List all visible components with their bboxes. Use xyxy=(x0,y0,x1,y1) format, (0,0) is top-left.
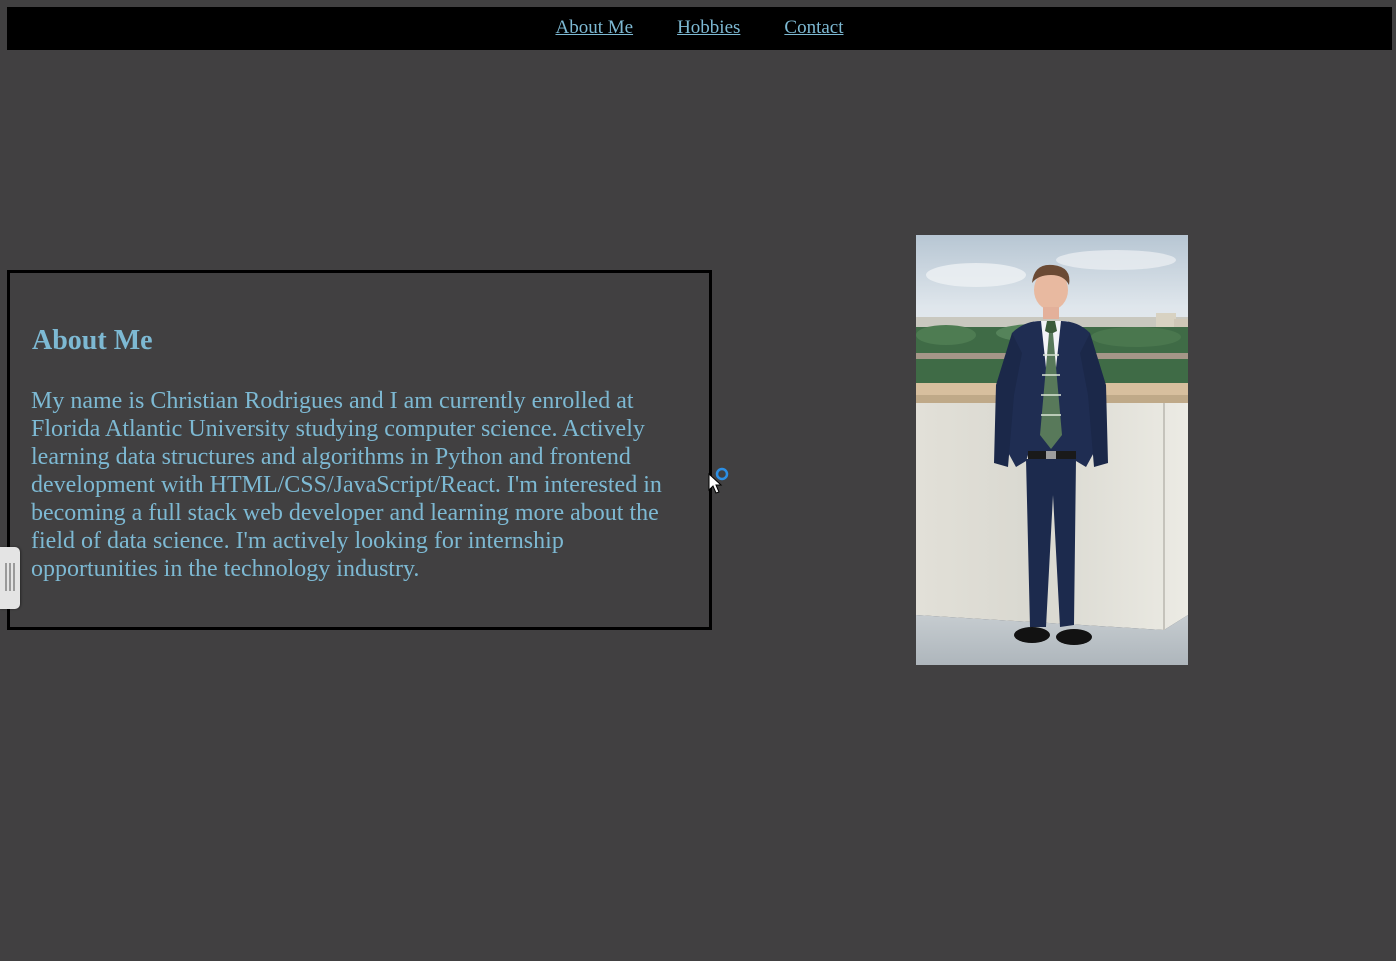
drawer-handle-icon[interactable] xyxy=(0,547,20,609)
page: About Me Hobbies Contact About Me My nam… xyxy=(0,0,1396,961)
about-paragraph: My name is Christian Rodrigues and I am … xyxy=(31,388,662,582)
about-section: About Me My name is Christian Rodrigues … xyxy=(7,270,712,630)
nav-link-hobbies[interactable]: Hobbies xyxy=(677,17,740,39)
profile-photo xyxy=(916,235,1188,665)
nav-link-about-me[interactable]: About Me xyxy=(555,17,633,39)
nav-link-contact[interactable]: Contact xyxy=(784,17,843,39)
about-heading: About Me xyxy=(32,325,153,356)
top-navbar: About Me Hobbies Contact xyxy=(7,7,1392,50)
